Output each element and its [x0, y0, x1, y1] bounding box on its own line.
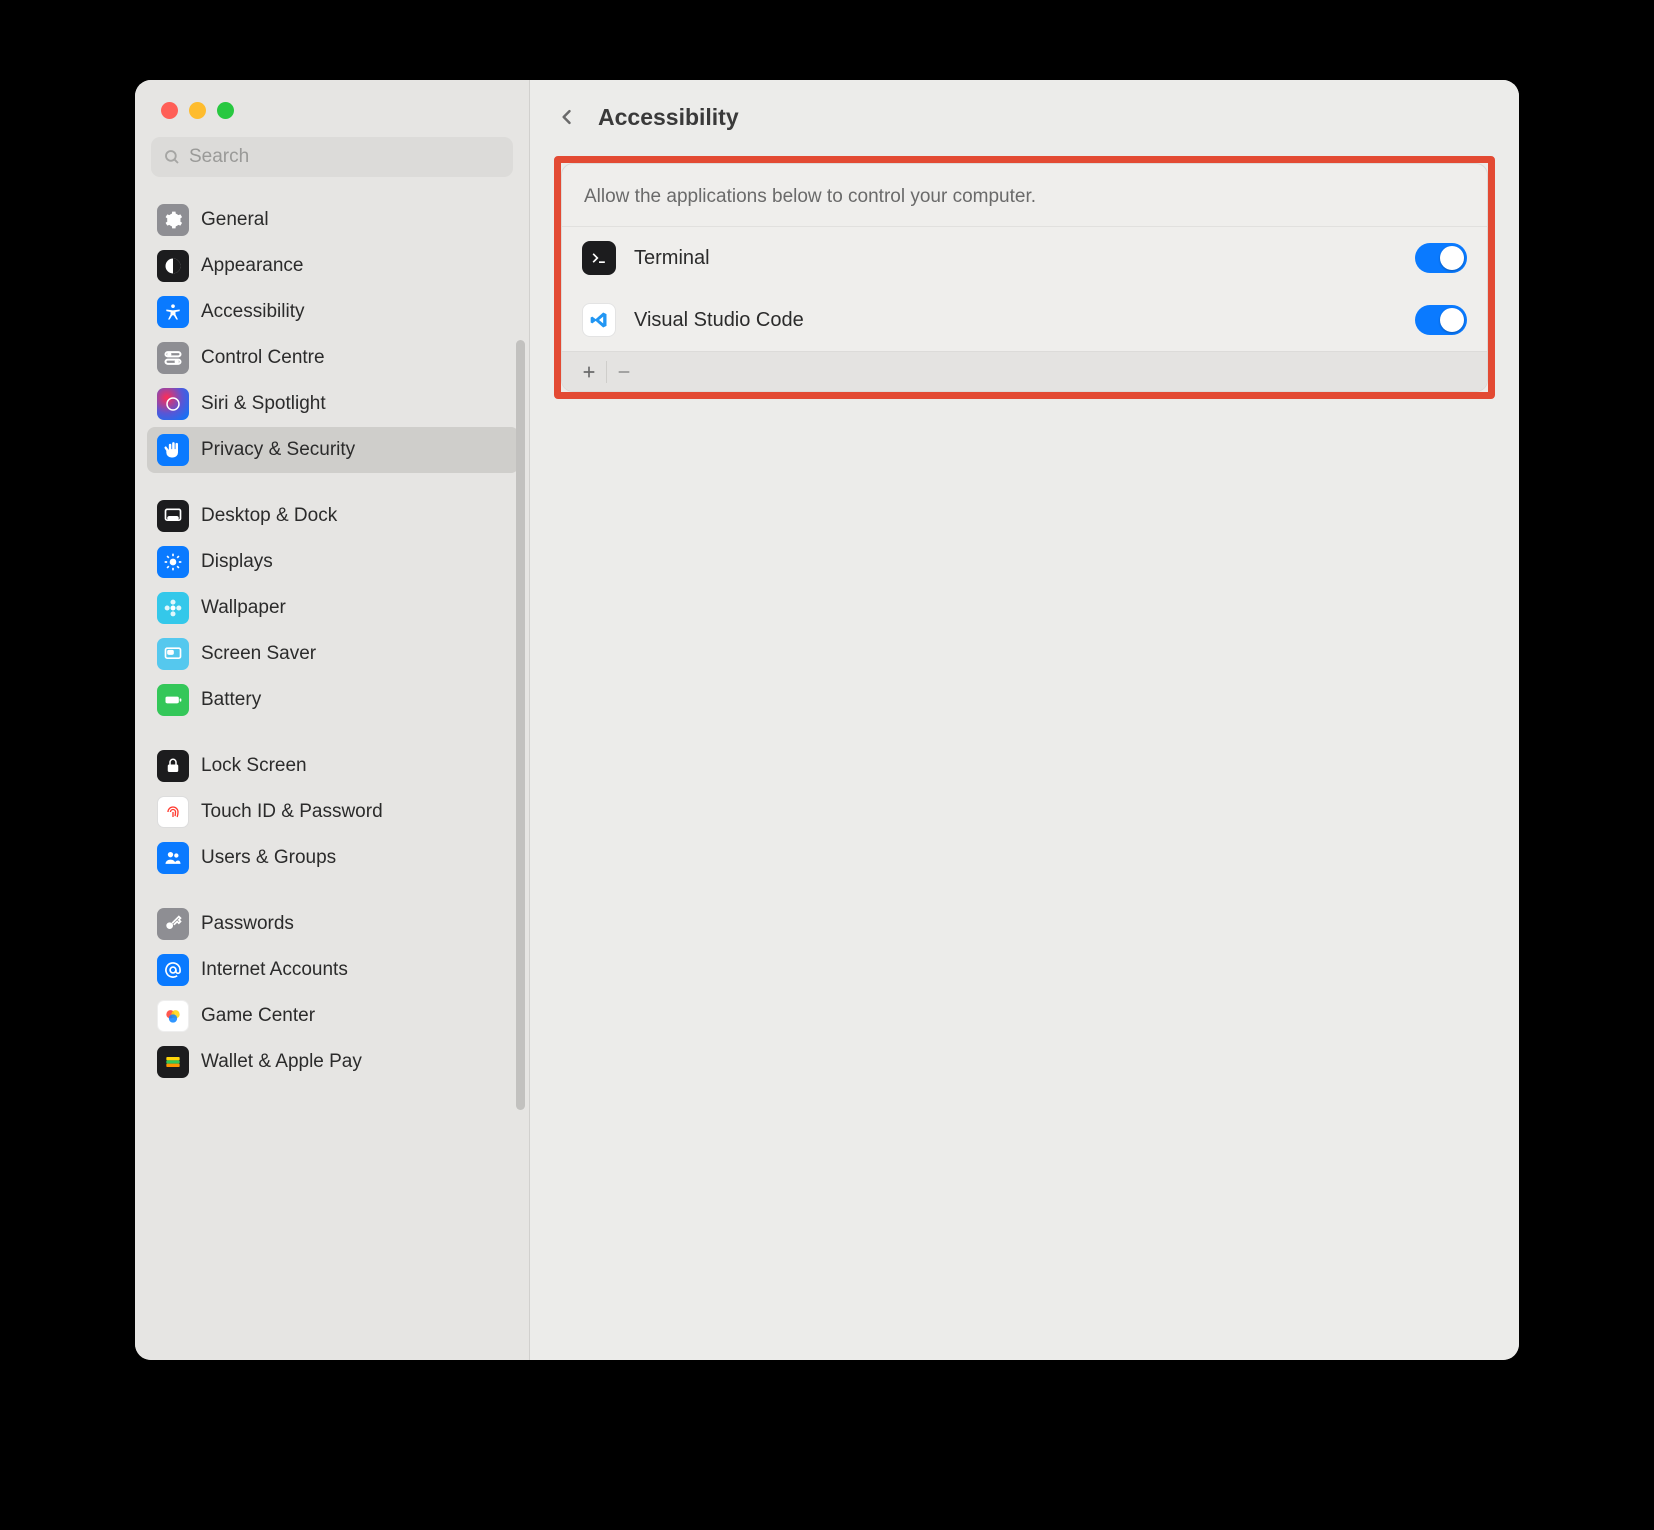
- window-controls: [135, 80, 529, 119]
- sidebar-nav: General Appearance Accessibility: [135, 187, 529, 1125]
- sidebar-item-label: Internet Accounts: [201, 959, 348, 981]
- dock-icon: [157, 500, 189, 532]
- sidebar-group-1: Desktop & Dock Displays Wallpaper: [147, 493, 519, 723]
- fingerprint-icon: [157, 796, 189, 828]
- sidebar-item-label: Siri & Spotlight: [201, 393, 326, 415]
- sidebar-item-label: Screen Saver: [201, 643, 316, 665]
- switches-icon: [157, 342, 189, 374]
- gamecenter-icon: [157, 1000, 189, 1032]
- sidebar-item-label: Displays: [201, 551, 273, 573]
- sidebar-item-label: Touch ID & Password: [201, 801, 383, 823]
- sidebar-item-wallpaper[interactable]: Wallpaper: [147, 585, 519, 631]
- terminal-icon: [582, 241, 616, 275]
- list-caption: Allow the applications below to control …: [562, 164, 1487, 227]
- sidebar-item-users-groups[interactable]: Users & Groups: [147, 835, 519, 881]
- battery-icon: [157, 684, 189, 716]
- contrast-icon: [157, 250, 189, 282]
- sidebar-item-touchid[interactable]: Touch ID & Password: [147, 789, 519, 835]
- main-header: Accessibility: [530, 80, 1519, 150]
- main-pane: Accessibility Allow the applications bel…: [530, 80, 1519, 1360]
- key-icon: [157, 908, 189, 940]
- toggle-vscode[interactable]: [1415, 305, 1467, 335]
- wallet-icon: [157, 1046, 189, 1078]
- sidebar-item-label: Desktop & Dock: [201, 505, 337, 527]
- gear-icon: [157, 204, 189, 236]
- sidebar-item-label: Control Centre: [201, 347, 325, 369]
- back-button[interactable]: [550, 100, 584, 134]
- search-field[interactable]: [151, 137, 513, 177]
- sidebar-item-internet-accounts[interactable]: Internet Accounts: [147, 947, 519, 993]
- siri-icon: [157, 388, 189, 420]
- sidebar-group-2: Lock Screen Touch ID & Password Users & …: [147, 743, 519, 881]
- sidebar-item-lock-screen[interactable]: Lock Screen: [147, 743, 519, 789]
- hand-icon: [157, 434, 189, 466]
- sidebar-item-general[interactable]: General: [147, 197, 519, 243]
- sidebar-item-displays[interactable]: Displays: [147, 539, 519, 585]
- sidebar-item-label: Wallet & Apple Pay: [201, 1051, 362, 1073]
- page-title: Accessibility: [598, 104, 739, 131]
- sidebar-scrollbar[interactable]: [516, 340, 525, 1110]
- minimize-window-button[interactable]: [189, 102, 206, 119]
- search-icon: [163, 148, 181, 166]
- search-input[interactable]: [189, 146, 501, 168]
- vscode-icon: [582, 303, 616, 337]
- list-footer: [562, 351, 1487, 391]
- lock-icon: [157, 750, 189, 782]
- sidebar-item-privacy-security[interactable]: Privacy & Security: [147, 427, 519, 473]
- sidebar-group-0: General Appearance Accessibility: [147, 197, 519, 473]
- minus-icon: [616, 364, 632, 380]
- sidebar-item-label: Passwords: [201, 913, 294, 935]
- app-name-label: Visual Studio Code: [634, 309, 1397, 332]
- accessibility-icon: [157, 296, 189, 328]
- sidebar-item-label: General: [201, 209, 269, 231]
- screensaver-icon: [157, 638, 189, 670]
- sidebar-item-label: Game Center: [201, 1005, 315, 1027]
- sidebar-item-accessibility[interactable]: Accessibility: [147, 289, 519, 335]
- sidebar-item-game-center[interactable]: Game Center: [147, 993, 519, 1039]
- sidebar-item-passwords[interactable]: Passwords: [147, 901, 519, 947]
- sidebar-item-wallet[interactable]: Wallet & Apple Pay: [147, 1039, 519, 1085]
- sidebar-item-label: Privacy & Security: [201, 439, 355, 461]
- sidebar: General Appearance Accessibility: [135, 80, 530, 1360]
- sidebar-item-desktop-dock[interactable]: Desktop & Dock: [147, 493, 519, 539]
- sun-icon: [157, 546, 189, 578]
- plus-icon: [581, 364, 597, 380]
- users-icon: [157, 842, 189, 874]
- app-row-terminal: Terminal: [562, 227, 1487, 289]
- sidebar-item-control-centre[interactable]: Control Centre: [147, 335, 519, 381]
- chevron-left-icon: [557, 105, 577, 129]
- sidebar-item-screensaver[interactable]: Screen Saver: [147, 631, 519, 677]
- accessibility-app-list: Allow the applications below to control …: [561, 163, 1488, 392]
- sidebar-item-label: Users & Groups: [201, 847, 336, 869]
- sidebar-group-3: Passwords Internet Accounts Game Center: [147, 901, 519, 1085]
- add-app-button[interactable]: [572, 355, 606, 389]
- sidebar-item-label: Appearance: [201, 255, 303, 277]
- sidebar-item-label: Battery: [201, 689, 261, 711]
- system-settings-window: General Appearance Accessibility: [135, 80, 1519, 1360]
- sidebar-item-battery[interactable]: Battery: [147, 677, 519, 723]
- sidebar-item-siri-spotlight[interactable]: Siri & Spotlight: [147, 381, 519, 427]
- sidebar-item-label: Accessibility: [201, 301, 304, 323]
- toggle-terminal[interactable]: [1415, 243, 1467, 273]
- remove-app-button[interactable]: [607, 355, 641, 389]
- fullscreen-window-button[interactable]: [217, 102, 234, 119]
- annotation-highlight: Allow the applications below to control …: [554, 156, 1495, 399]
- flower-icon: [157, 592, 189, 624]
- app-row-vscode: Visual Studio Code: [562, 289, 1487, 351]
- sidebar-item-label: Wallpaper: [201, 597, 286, 619]
- at-icon: [157, 954, 189, 986]
- sidebar-item-appearance[interactable]: Appearance: [147, 243, 519, 289]
- close-window-button[interactable]: [161, 102, 178, 119]
- app-name-label: Terminal: [634, 247, 1397, 270]
- sidebar-item-label: Lock Screen: [201, 755, 307, 777]
